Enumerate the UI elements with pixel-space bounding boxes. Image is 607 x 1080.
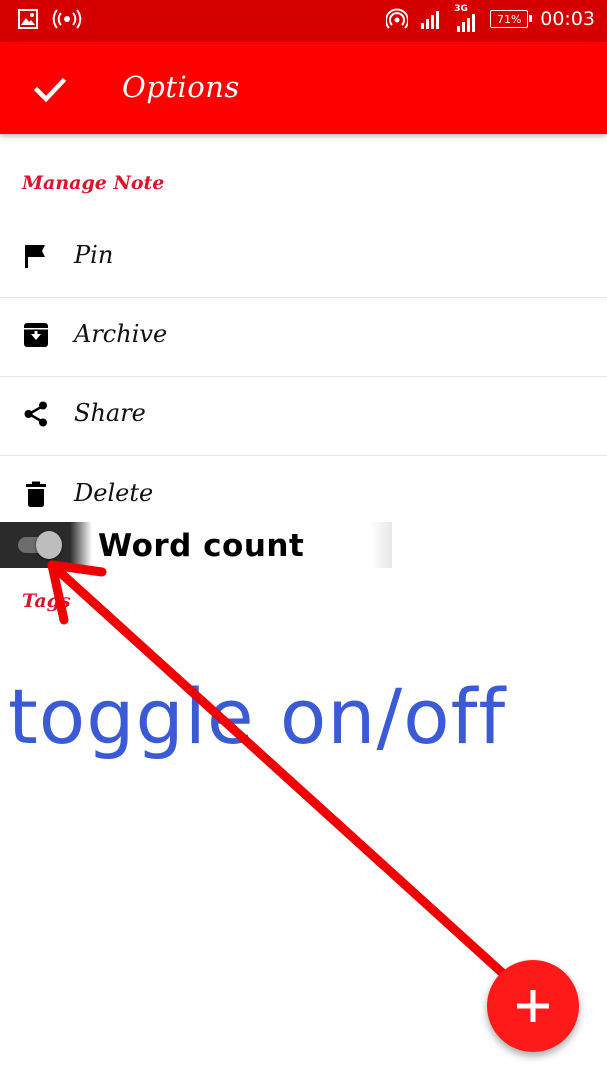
status-bar-right: 3G 71% 00:03 xyxy=(386,4,595,32)
signal-bars-icon-2 xyxy=(457,14,476,32)
arrow-shaft xyxy=(47,560,513,983)
hotspot-icon xyxy=(52,9,82,29)
status-bar-left xyxy=(18,9,82,29)
page-title: Options xyxy=(122,70,240,104)
trash-icon xyxy=(26,481,46,507)
battery-icon: 71% xyxy=(490,10,533,28)
flag-icon xyxy=(25,245,45,268)
word-count-label: Word count xyxy=(98,528,305,564)
network-type-signal: 3G xyxy=(454,4,478,32)
word-count-toggle[interactable] xyxy=(16,531,66,559)
menu-item-label: Share xyxy=(74,399,146,427)
word-count-row: Word count xyxy=(0,522,392,568)
network-type-label: 3G xyxy=(454,4,468,14)
app-bar: Options xyxy=(0,42,607,134)
status-time: 00:03 xyxy=(540,8,595,30)
check-icon xyxy=(33,77,67,103)
annotation-text: toggle on/off xyxy=(8,672,507,761)
menu-item-pin[interactable]: Pin xyxy=(0,218,607,298)
plus-icon xyxy=(517,990,549,1022)
manage-note-header: Manage Note xyxy=(22,172,165,194)
archive-icon xyxy=(24,323,48,347)
tags-header: Tags xyxy=(22,590,71,612)
menu-item-share[interactable]: Share xyxy=(0,376,607,456)
share-icon xyxy=(24,401,47,427)
gallery-icon xyxy=(18,9,38,29)
toggle-thumb xyxy=(36,531,62,559)
menu-item-label: Delete xyxy=(74,479,154,507)
menu-item-label: Pin xyxy=(74,241,114,269)
signal-bars-icon xyxy=(421,11,440,29)
add-button[interactable] xyxy=(487,960,579,1052)
confirm-button[interactable] xyxy=(30,70,70,110)
battery-level: 71% xyxy=(497,12,522,26)
wifi-signal-icon xyxy=(386,8,409,29)
status-bar: 3G 71% 00:03 xyxy=(0,0,607,42)
menu-item-label: Archive xyxy=(74,320,168,348)
menu-item-archive[interactable]: Archive xyxy=(0,297,607,377)
